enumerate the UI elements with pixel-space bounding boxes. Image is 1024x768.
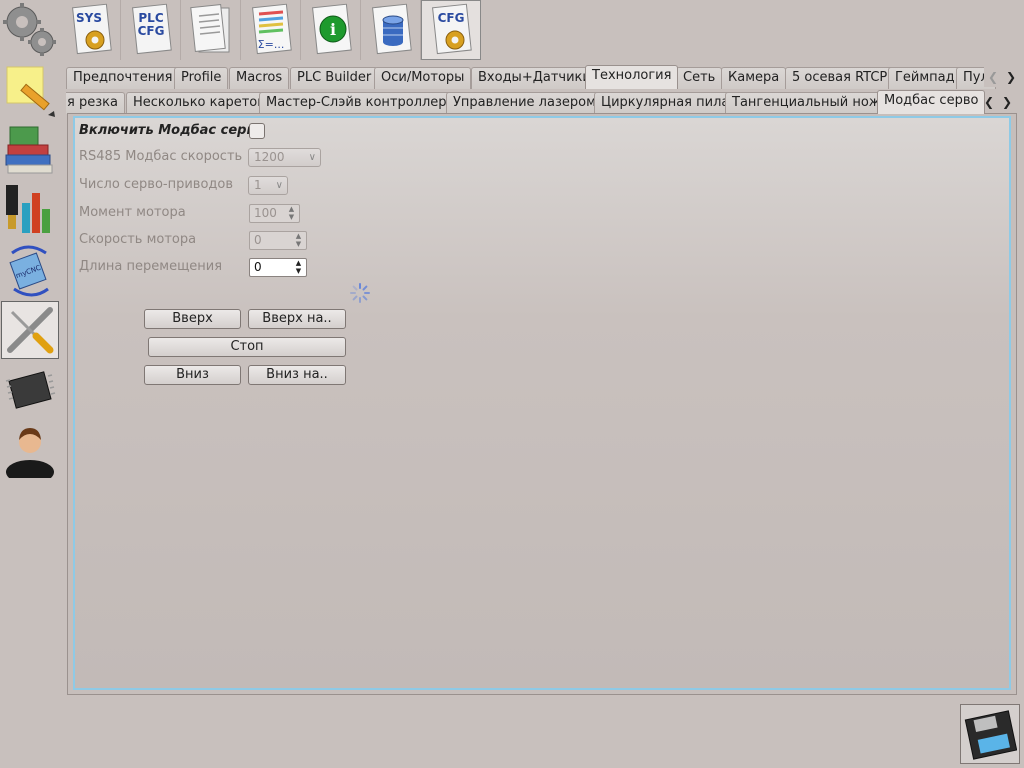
documents-button[interactable] [181,0,241,60]
down-button[interactable]: Вниз [144,365,241,385]
chip-icon [5,371,56,409]
books-icon [5,126,53,174]
motor-torque-spinbox[interactable]: 100 ▲ ▼ [249,204,300,223]
move-length-label: Длина перемещения [79,259,223,274]
pencil-note-icon [6,66,55,117]
tab-inputs-sensors[interactable]: Входы+Датчики [471,67,598,89]
save-button[interactable] [960,704,1020,764]
loading-spinner-icon [350,283,370,303]
stop-button[interactable]: Стоп [148,337,346,357]
tab-preferences[interactable]: Предпочтения [66,67,180,89]
down-by-button[interactable]: Вниз на.. [248,365,346,385]
formula-table-button[interactable]: Σ=... [241,0,301,60]
plc-cfg-icon: PLC CFG [131,3,172,55]
move-length-value: 0 [254,260,262,274]
motor-speed-spinbox[interactable]: 0 ▲ ▼ [249,231,307,250]
books-button[interactable] [1,122,59,180]
tab-camera[interactable]: Камера [721,67,787,89]
svg-text:CFG: CFG [137,24,164,38]
tab-modbus-servo[interactable]: Модбас серво [877,90,986,114]
cfg-config-button[interactable]: CFG [421,0,481,60]
wrench-screwdriver-icon [7,307,54,354]
tab2-scroll-right-icon[interactable]: ❯ [998,92,1016,112]
up-button[interactable]: Вверх [144,309,241,329]
tab-network[interactable]: Сеть [676,67,723,89]
formula-table-icon: Σ=... [251,3,292,55]
spin-arrows-icon[interactable]: ▲ ▼ [294,232,303,249]
charts-button[interactable] [1,182,59,240]
documents-icon [189,4,229,53]
tab-bar-secondary: я резка Несколько кареток Мастер-Слэйв к… [66,90,1024,114]
left-sidebar: myCNC [0,0,61,768]
database-icon [371,3,412,55]
servo-count-label: Число серво-приводов [79,177,234,192]
sys-gear-icon: SYS [71,3,112,55]
tab-scroll-left-icon[interactable]: ❮ [984,67,1002,87]
tools-button[interactable] [1,301,59,359]
chip-button[interactable] [1,361,59,419]
top-toolbar: SYS PLC CFG Σ=... i CFG [61,0,481,60]
motor-speed-value: 0 [254,233,262,247]
modbus-servo-panel [73,116,1011,690]
enable-modbus-servo-label: Включить Модбас серво [79,123,264,138]
tab-bar-primary: Предпочтения Profile Macros PLC Builder … [66,65,1024,89]
tab-laser-control[interactable]: Управление лазером [446,92,603,114]
tab-plc-builder[interactable]: PLC Builder [290,67,379,89]
plc-config-button[interactable]: PLC CFG [121,0,181,60]
motor-torque-value: 100 [254,206,277,220]
sys-label: SYS [76,11,102,25]
info-button[interactable]: i [301,0,361,60]
gears-icon [3,3,56,56]
user-button[interactable] [1,421,59,479]
tab-multi-carriage[interactable]: Несколько кареток [126,92,273,114]
edit-note-button[interactable] [1,62,59,120]
mycnc-rotate-icon: myCNC [9,245,49,297]
tab-technology[interactable]: Технология [585,65,679,89]
database-button[interactable] [361,0,421,60]
floppy-disk-icon [964,710,1017,760]
user-icon [6,428,54,478]
spin-arrows-icon[interactable]: ▲ ▼ [287,205,296,222]
motor-speed-label: Скорость мотора [79,232,197,247]
sys-config-button[interactable]: SYS [61,0,121,60]
baud-rate-value: 1200 [254,150,285,164]
tab-circular-saw[interactable]: Циркулярная пила [594,92,737,114]
tab-master-slave[interactable]: Мастер-Слэйв контроллеры [259,92,464,114]
info-label: i [329,20,335,39]
spin-arrows-icon[interactable]: ▲ ▼ [294,259,303,276]
settings-gears-button[interactable] [1,0,59,58]
cfg-gear-icon: CFG [432,3,472,55]
bar-chart-icon [6,185,50,233]
servo-count-value: 1 [254,178,262,192]
cfg-label: CFG [438,11,465,25]
servo-count-select[interactable]: 1 ∨ [248,176,288,195]
svg-text:PLC: PLC [138,11,163,25]
tab-cutting[interactable]: я резка [66,92,125,114]
mycnc-rotate-button[interactable]: myCNC [1,242,59,300]
move-length-spinbox[interactable]: 0 ▲ ▼ [249,258,307,277]
baud-rate-select[interactable]: 1200 ∨ [248,148,321,167]
tab-profile[interactable]: Profile [174,67,229,89]
enable-modbus-servo-checkbox[interactable] [249,123,265,139]
chevron-down-icon: ∨ [275,180,283,191]
up-by-button[interactable]: Вверх на.. [248,309,346,329]
info-icon: i [311,3,352,55]
tab-axes-motors[interactable]: Оси/Моторы [374,67,472,89]
baud-rate-label: RS485 Модбас скорость [79,149,243,164]
motor-torque-label: Момент мотора [79,205,186,220]
chevron-down-icon: ∨ [308,152,316,163]
tab-macros[interactable]: Macros [229,67,290,89]
tab-gamepad[interactable]: Геймпад [888,67,962,89]
formula-label: Σ=... [257,38,284,51]
tab-scroll-right-icon[interactable]: ❯ [1002,67,1020,87]
tab-tangential-knife[interactable]: Тангенциальный нож [725,92,888,114]
tab-5axis-rtcp[interactable]: 5 осевая RTCP [785,67,895,89]
